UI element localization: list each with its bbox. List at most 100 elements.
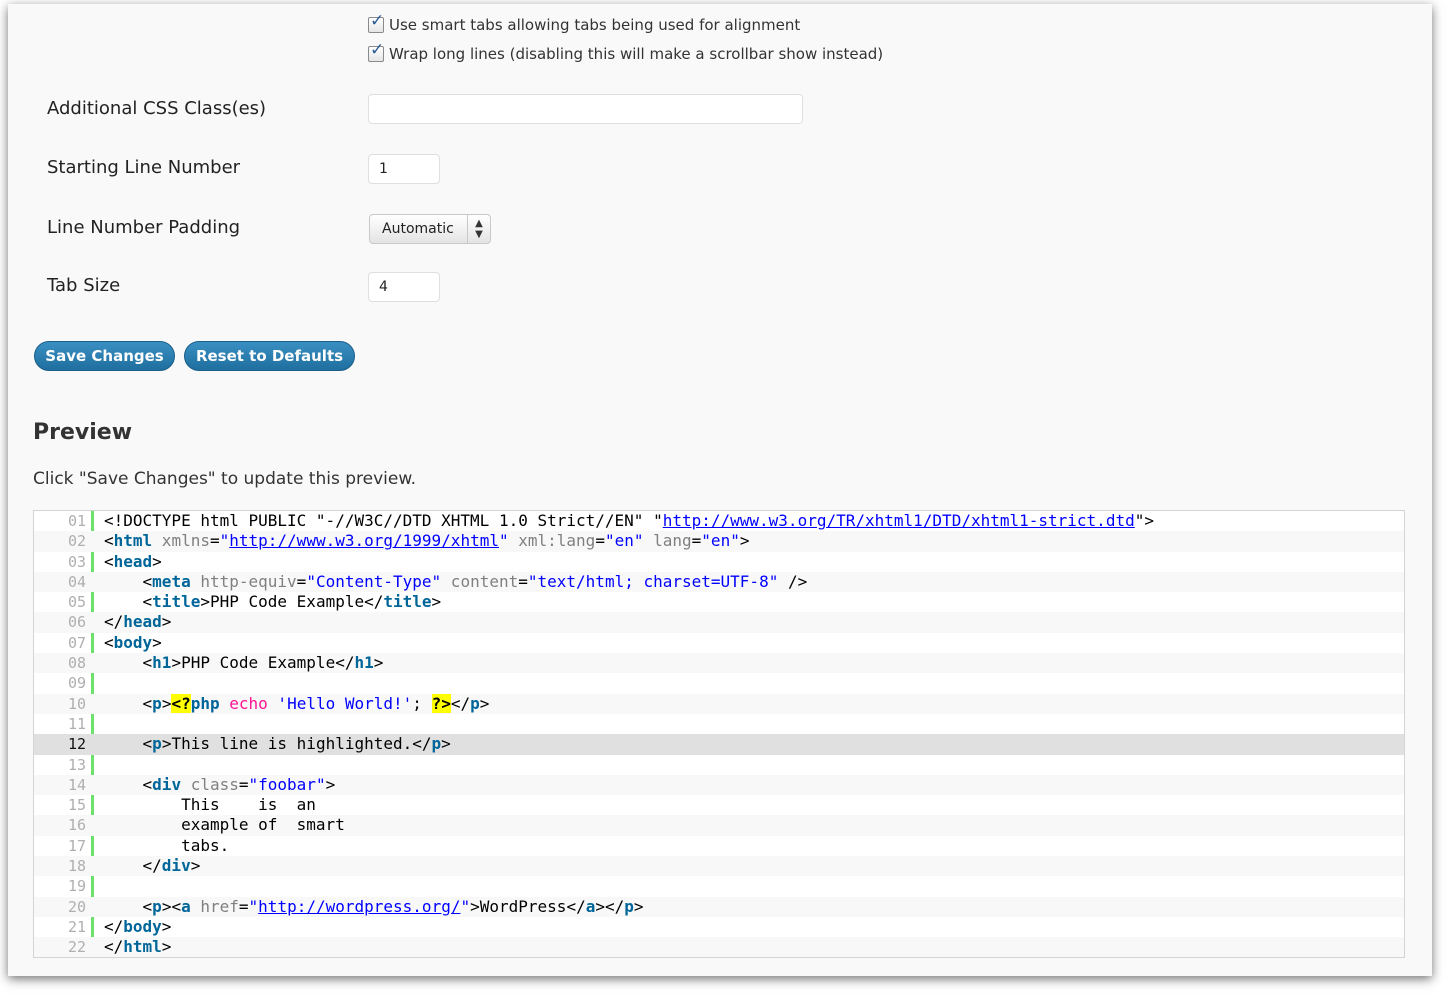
wrap-lines-checkbox[interactable]: ✓	[368, 42, 384, 62]
code-token: >	[161, 612, 172, 632]
code-line: 22 </html>	[34, 937, 1404, 957]
code-token: <	[104, 693, 153, 713]
code-token: <	[104, 551, 114, 571]
code-line: 21 </body>	[34, 917, 1404, 937]
line-number: 13	[67, 755, 86, 774]
code-token: </	[104, 856, 162, 876]
line-number: 10	[67, 694, 86, 713]
line-number: 17	[67, 836, 86, 855]
line-number: 16	[67, 816, 86, 835]
code-token: <	[104, 531, 114, 551]
css-class-input[interactable]	[368, 94, 803, 124]
line-code: <p><?php echo 'Hello World!'; ?></p>	[94, 693, 489, 714]
code-rows: 01 <!DOCTYPE html PUBLIC "-//W3C//DTD XHT…	[34, 511, 1404, 957]
code-token: <!DOCTYPE html PUBLIC "-//W3C//DTD XHTML…	[104, 511, 663, 530]
code-token: h1	[354, 653, 374, 673]
line-number: 07	[67, 633, 86, 652]
code-token: p	[624, 896, 634, 916]
code-token: title	[383, 592, 432, 612]
code-token: >	[161, 693, 172, 713]
code-token: div	[152, 774, 182, 794]
code-preview: 01 <!DOCTYPE html PUBLIC "-//W3C//DTD XHT…	[33, 510, 1405, 958]
code-token: =	[691, 531, 702, 551]
code-line: 11	[34, 714, 1404, 734]
smart-tabs-option[interactable]: ✓ Use smart tabs allowing tabs being use…	[368, 13, 800, 34]
code-token: =	[296, 571, 307, 591]
code-token: >	[441, 734, 451, 754]
code-line: 04 <meta http-equiv="Content-Type" conte…	[34, 571, 1404, 593]
code-line: 05 <title>PHP Code Example</title>	[34, 592, 1404, 612]
code-line: 01 <!DOCTYPE html PUBLIC "-//W3C//DTD XHT…	[34, 511, 1404, 531]
tab-size-input[interactable]	[368, 272, 440, 302]
wrap-lines-option[interactable]: ✓ Wrap long lines (disabling this will m…	[368, 42, 883, 63]
code-token: <	[104, 653, 153, 673]
line-number: 12	[67, 735, 86, 754]
code-token: lang	[643, 531, 692, 551]
line-code: <head>	[94, 552, 162, 572]
code-token: content	[441, 571, 519, 591]
code-token: xml:lang	[508, 531, 596, 551]
code-token: p	[431, 734, 442, 754]
code-token: >	[633, 896, 644, 916]
code-line: 19	[34, 876, 1404, 896]
code-token: </	[104, 937, 124, 957]
reset-defaults-button[interactable]: Reset to Defaults	[184, 341, 355, 371]
line-number: 18	[67, 857, 86, 876]
line-padding-select[interactable]: Automatic ▲ ▼	[369, 214, 491, 244]
line-code: <p>This line is highlighted.</p>	[94, 734, 451, 754]
line-number: 01	[67, 512, 86, 530]
code-token: =	[238, 774, 249, 794]
line-code: example of smart	[94, 815, 345, 835]
code-token: body	[123, 916, 162, 936]
line-number: 15	[67, 796, 86, 815]
line-code: <!DOCTYPE html PUBLIC "-//W3C//DTD XHTML…	[94, 511, 1154, 531]
code-token: <	[104, 571, 153, 591]
code-line: 13	[34, 755, 1404, 775]
code-token: href	[190, 896, 239, 916]
line-number: 04	[67, 572, 86, 591]
line-code: </div>	[94, 856, 201, 876]
line-code: <p><a href="http://wordpress.org/">WordP…	[94, 897, 644, 917]
code-token: ;	[412, 693, 432, 713]
line-code: <title>PHP Code Example</title>	[94, 592, 442, 612]
preview-heading: Preview	[33, 420, 133, 445]
code-token: >PHP Code Example</	[200, 592, 384, 612]
code-token: p	[152, 693, 162, 713]
code-link[interactable]: http://www.w3.org/1999/xhtml	[229, 531, 499, 550]
code-token: <	[104, 896, 153, 916]
line-code: <meta http-equiv="Content-Type" content=…	[94, 571, 808, 592]
save-changes-button[interactable]: Save Changes	[34, 341, 175, 371]
start-line-input[interactable]	[368, 154, 440, 184]
preview-note: Click "Save Changes" to update this prev…	[33, 469, 417, 489]
line-code: <h1>PHP Code Example</h1>	[94, 653, 384, 673]
code-token: p	[152, 734, 162, 754]
code-token: This is an	[104, 795, 316, 815]
code-token: =	[238, 896, 249, 916]
code-token: ></	[595, 896, 625, 916]
line-number: 19	[67, 877, 86, 896]
code-line: 03 <head>	[34, 552, 1404, 572]
code-token: "foobar"	[248, 774, 326, 794]
code-token: example of smart	[104, 815, 345, 835]
line-code: </body>	[94, 917, 171, 937]
code-line: 15 This is an	[34, 795, 1404, 815]
code-token: <	[104, 774, 153, 794]
code-link[interactable]: http://www.w3.org/TR/xhtml1/DTD/xhtml1-s…	[663, 511, 1135, 530]
line-number: 11	[67, 714, 86, 733]
code-token: xmlns	[152, 531, 210, 551]
line-code: </head>	[94, 612, 171, 632]
code-token: 'Hello World!'	[267, 693, 413, 713]
code-token: >	[152, 632, 162, 652]
code-line: 09	[34, 673, 1404, 693]
checkmark-icon: ✓	[370, 40, 385, 60]
code-link[interactable]: http://wordpress.org/	[258, 897, 460, 916]
code-token: />	[778, 571, 808, 591]
line-code: This is an	[94, 795, 316, 815]
code-token: <	[104, 592, 153, 612]
code-token: "	[219, 531, 230, 551]
code-token: =	[595, 531, 605, 551]
code-line: 08 <h1>PHP Code Example</h1>	[34, 653, 1404, 674]
smart-tabs-checkbox[interactable]: ✓	[368, 13, 384, 33]
